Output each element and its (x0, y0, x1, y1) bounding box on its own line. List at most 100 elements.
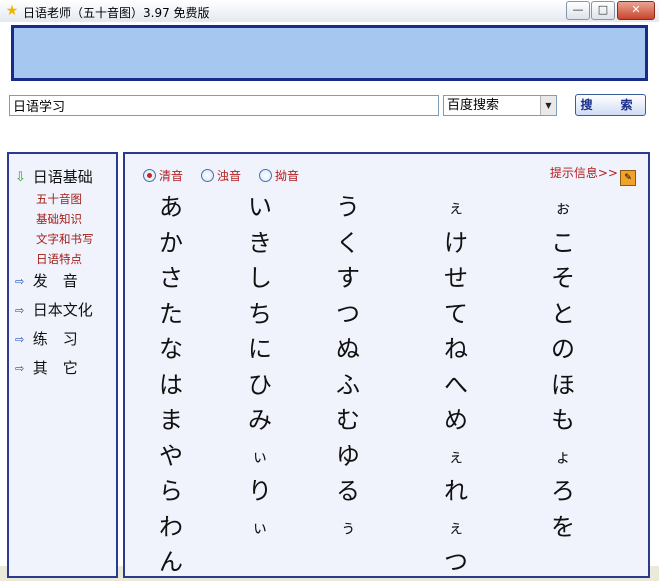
kana-cell[interactable]: さ (151, 261, 191, 297)
sidebar-item-practice[interactable]: ⇨ 练 习 (15, 328, 78, 348)
search-engine-select[interactable]: 百度搜索 ▼ (443, 95, 557, 116)
kana-cell[interactable]: か (151, 226, 191, 262)
banner (11, 25, 648, 81)
hint-label: 提示信息>> (549, 166, 618, 180)
chevron-down-icon[interactable]: ▼ (540, 96, 556, 115)
kana-cell[interactable]: き (240, 226, 280, 262)
kana-cell[interactable]: ひ (240, 368, 280, 404)
kana-cell[interactable]: わ (151, 510, 191, 546)
kana-cell[interactable]: ぬ (328, 332, 368, 368)
kana-cell[interactable]: ぃ (240, 439, 280, 475)
sidebar-item-label: 日语基础 (32, 168, 93, 186)
kana-cell[interactable]: こ (543, 226, 583, 262)
sidebar-item-culture[interactable]: ⇨ 日本文化 (15, 299, 93, 319)
kana-cell[interactable]: た (151, 297, 191, 333)
kana-cell[interactable]: を (543, 510, 583, 546)
kana-cell[interactable]: す (328, 261, 368, 297)
kana-cell[interactable]: ま (151, 403, 191, 439)
kana-cell[interactable]: ふ (328, 368, 368, 404)
sidebar-item-label: 其 它 (32, 359, 78, 377)
sub-item-writing[interactable]: 文字和书写 (36, 231, 94, 247)
kana-cell[interactable] (328, 545, 368, 581)
kana-cell[interactable]: ね (436, 332, 476, 368)
kana-cell[interactable]: ぉ (543, 190, 583, 226)
kana-cell[interactable]: や (151, 439, 191, 475)
search-engine-value: 百度搜索 (447, 98, 500, 113)
kana-cell[interactable]: ゆ (328, 439, 368, 475)
sidebar-item-label: 发 音 (32, 272, 78, 290)
sub-item-features[interactable]: 日语特点 (36, 251, 82, 267)
kana-cell[interactable]: ん (151, 545, 191, 581)
kana-cell[interactable]: つ (328, 297, 368, 333)
kana-cell[interactable]: ぇ (436, 510, 476, 546)
radio-dot-icon (201, 169, 214, 182)
sidebar-item-label: 日本文化 (32, 301, 93, 319)
kana-cell[interactable]: ら (151, 474, 191, 510)
kana-cell[interactable]: ぃ (240, 510, 280, 546)
kana-cell[interactable]: へ (436, 368, 476, 404)
kana-cell[interactable] (240, 545, 280, 581)
sidebar-item-label: 练 习 (32, 330, 78, 348)
kana-cell[interactable]: い (240, 190, 280, 226)
sub-item-gojuon[interactable]: 五十音图 (36, 191, 82, 207)
kana-cell[interactable]: ょ (543, 439, 583, 475)
kana-cell[interactable] (543, 545, 583, 581)
kana-cell[interactable]: の (543, 332, 583, 368)
radio-seion[interactable]: 清音 (143, 167, 183, 184)
kana-panel: 清音 浊音 拗音 提示信息>> ✎ あかさたなはまやらわん いきしちにひみぃりぃ うく… (123, 152, 650, 578)
sidebar-item-pronunciation[interactable]: ⇨ 发 音 (15, 270, 78, 290)
radio-label: 拗音 (275, 169, 300, 183)
kana-cell[interactable]: く (328, 226, 368, 262)
kana-cell[interactable]: な (151, 332, 191, 368)
arrow-right-icon: ⇨ (15, 333, 25, 346)
hint-link[interactable]: 提示信息>> ✎ (550, 164, 636, 186)
kana-column: ぉこそとのほもょろを (543, 190, 583, 581)
kana-cell[interactable]: む (328, 403, 368, 439)
kana-cell[interactable]: み (240, 403, 280, 439)
arrow-right-icon: ⇨ (15, 275, 25, 288)
kana-cell[interactable]: も (543, 403, 583, 439)
kana-cell[interactable]: と (543, 297, 583, 333)
kana-cell[interactable]: れ (436, 474, 476, 510)
kana-cell[interactable]: け (436, 226, 476, 262)
radio-label: 清音 (159, 169, 184, 183)
sub-item-basic-knowledge[interactable]: 基础知识 (36, 211, 82, 227)
close-button[interactable]: ✕ (617, 1, 655, 20)
kana-cell[interactable]: ぅ (328, 510, 368, 546)
kana-cell[interactable]: る (328, 474, 368, 510)
kana-cell[interactable]: め (436, 403, 476, 439)
kana-cell[interactable]: せ (436, 261, 476, 297)
kana-cell[interactable]: て (436, 297, 476, 333)
kana-cell[interactable]: う (328, 190, 368, 226)
minimize-button[interactable]: — (566, 1, 590, 20)
sidebar: ⇩ 日语基础 五十音图 基础知识 文字和书写 日语特点 ⇨ 发 音 ⇨ 日本文化… (7, 152, 118, 578)
window-title: 日语老师（五十音图）3.97 免费版 (23, 6, 210, 20)
kana-cell[interactable]: ほ (543, 368, 583, 404)
kana-cell[interactable]: ち (240, 297, 280, 333)
radio-dakuon[interactable]: 浊音 (201, 167, 241, 184)
kana-cell[interactable]: あ (151, 190, 191, 226)
radio-label: 浊音 (217, 169, 242, 183)
app-star-icon: ★ (5, 3, 19, 19)
kana-cell[interactable]: ろ (543, 474, 583, 510)
kana-cell[interactable]: つ (436, 545, 476, 581)
radio-youon[interactable]: 拗音 (259, 167, 299, 184)
radio-dot-icon (143, 169, 156, 182)
pencil-icon: ✎ (620, 170, 636, 186)
kana-cell[interactable]: に (240, 332, 280, 368)
sidebar-item-other[interactable]: ⇨ 其 它 (15, 357, 78, 377)
arrow-right-icon: ⇨ (15, 304, 25, 317)
main-window: 百度搜索 ▼ 搜 索 ⇩ 日语基础 五十音图 基础知识 文字和书写 日语特点 ⇨… (0, 22, 659, 578)
kana-cell[interactable]: り (240, 474, 280, 510)
maximize-button[interactable]: □ (591, 1, 615, 20)
kana-cell[interactable]: ぇ (436, 439, 476, 475)
sidebar-item-basics[interactable]: ⇩ 日语基础 (15, 166, 93, 186)
kana-cell[interactable]: は (151, 368, 191, 404)
kana-column: いきしちにひみぃりぃ (240, 190, 280, 581)
kana-cell[interactable]: し (240, 261, 280, 297)
kana-cell[interactable]: そ (543, 261, 583, 297)
search-button[interactable]: 搜 索 (575, 94, 646, 116)
kana-cell[interactable]: ぇ (436, 190, 476, 226)
search-input[interactable] (9, 95, 439, 116)
kana-column: うくすつぬふむゆるぅ (328, 190, 368, 581)
